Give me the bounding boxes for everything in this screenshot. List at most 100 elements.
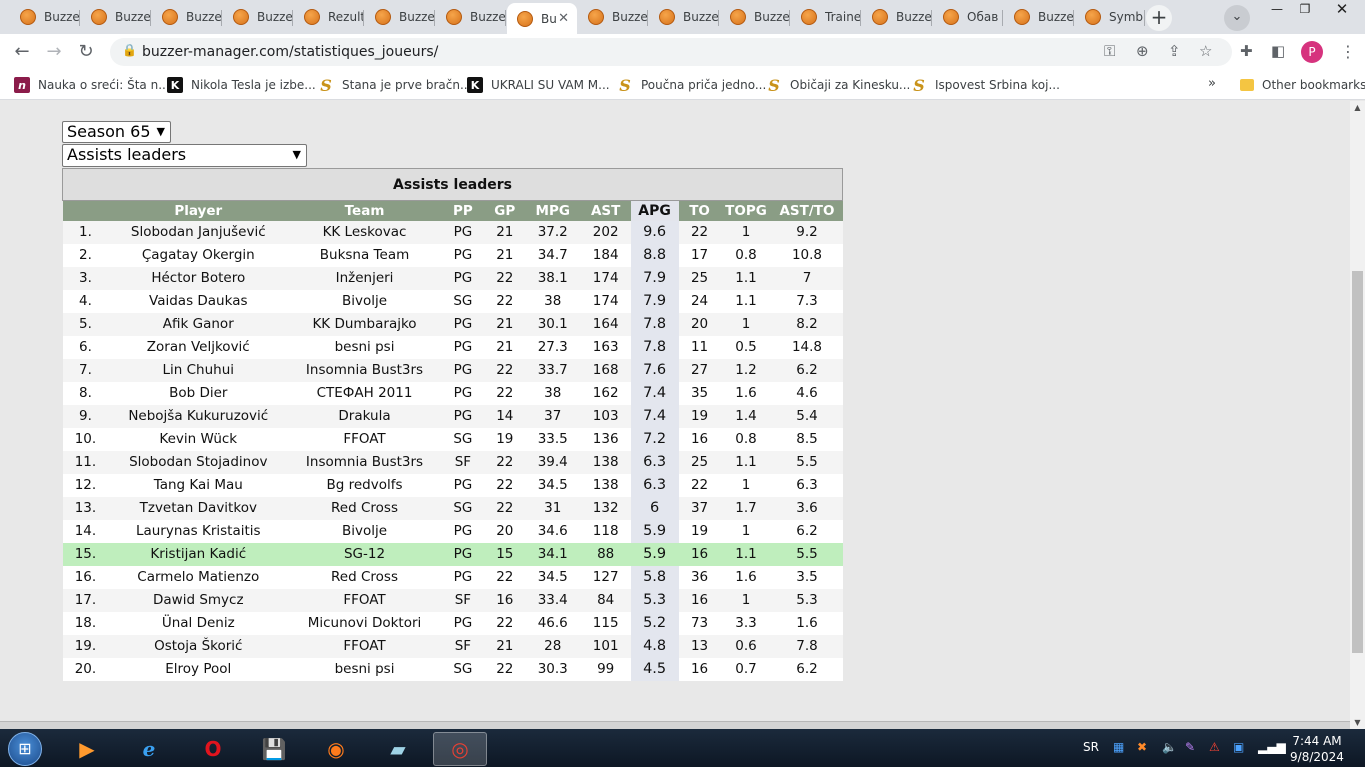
other-bookmarks[interactable]: Other bookmarks [1240,76,1365,94]
player-link[interactable]: Tzvetan Davitkov [108,496,289,520]
scroll-down-arrow-icon[interactable]: ▼ [1350,718,1365,727]
close-window-button[interactable]: ✕ [1322,0,1362,18]
player-link[interactable]: Vaidas Daukas [108,289,289,313]
new-tab-button[interactable]: + [1146,5,1172,31]
bookmark-item[interactable]: n Nauka o sreći: Šta n... [14,76,170,94]
column-header[interactable]: PP [440,200,485,221]
player-link[interactable]: Dawid Smycz [108,588,289,612]
column-header[interactable]: Team [288,200,441,221]
team-link[interactable]: besni psi [288,335,441,359]
bookmark-item[interactable]: S Ispovest Srbina koj... [911,76,1060,95]
column-header[interactable]: TOPG [720,200,772,221]
player-link[interactable]: Afik Ganor [108,312,289,336]
team-link[interactable]: Drakula [288,404,441,428]
chrome-icon[interactable]: ◎ [433,732,487,766]
player-link[interactable]: Ostoja Škorić [108,634,289,658]
restore-button[interactable]: ❐ [1290,0,1320,18]
bookmark-item[interactable]: S Običaji za Kinesku... [766,76,910,95]
scroll-thumb[interactable] [1352,271,1363,653]
display-icon[interactable]: ▣ [1233,740,1244,754]
team-link[interactable]: Insomnia Bust3rs [288,450,441,474]
bookmark-item[interactable]: S Stana je prve bračn... [318,76,471,95]
menu-icon[interactable]: ⋮ [1340,42,1356,61]
team-link[interactable]: Red Cross [288,496,441,520]
player-link[interactable]: Elroy Pool [108,657,289,681]
page-scrollbar[interactable]: ▲ ▼ [1350,101,1365,729]
signal-icon[interactable]: ▂▄▆ [1258,740,1286,754]
forward-button[interactable]: → [42,40,66,64]
team-link[interactable]: Insomnia Bust3rs [288,358,441,382]
team-link[interactable]: СТЕФАН 2011 [288,381,441,405]
team-link[interactable]: KK Leskovac [288,220,441,244]
browser-tab[interactable]: Обав [933,3,1003,31]
browser-tab[interactable]: Symb [1075,3,1145,31]
opera-icon[interactable]: O [186,732,240,766]
team-link[interactable]: FFOAT [288,588,441,612]
team-link[interactable]: FFOAT [288,634,441,658]
team-link[interactable]: Bg redvolfs [288,473,441,497]
browser-tab[interactable]: Buzze [862,3,932,31]
browser-tab[interactable]: Traine [791,3,861,31]
column-header[interactable]: AST [580,200,631,221]
player-link[interactable]: Carmelo Matienzo [108,565,289,589]
player-link[interactable]: Kevin Wück [108,427,289,451]
key-icon[interactable]: ⚿ [1104,42,1115,60]
share-icon[interactable]: ⇪ [1168,42,1181,60]
bookmark-item[interactable]: K Nikola Tesla je izbe... [167,76,316,94]
network-warning-icon[interactable]: ⚠ [1209,740,1220,754]
browser-tab[interactable]: Buzze [223,3,293,31]
player-link[interactable]: Laurynas Kristaitis [108,519,289,543]
column-header[interactable]: AST/TO [771,200,843,221]
minimize-button[interactable]: — [1262,0,1292,18]
bookmark-item[interactable]: K UKRALI SU VAM M... [467,76,610,94]
back-button[interactable]: ← [10,40,34,64]
tab-search-button[interactable]: ⌄ [1224,5,1250,31]
team-link[interactable]: Inženjeri [288,266,441,290]
notes-icon[interactable]: ▰ [371,732,425,766]
player-link[interactable]: Nebojša Kukuruzović [108,404,289,428]
bookmark-star-icon[interactable]: ☆ [1199,42,1212,60]
column-header[interactable]: GP [484,200,525,221]
close-tab-icon[interactable]: ✕ [558,11,569,26]
browser-tab[interactable]: Buzze [365,3,435,31]
volume-icon[interactable]: 🔈 [1162,740,1177,754]
browser-tab[interactable]: Buzze [436,3,506,31]
reload-button[interactable]: ↻ [74,40,98,64]
browser-tab[interactable]: Buzze [10,3,80,31]
firefox-icon[interactable]: ◉ [309,732,363,766]
team-link[interactable]: FFOAT [288,427,441,451]
player-link[interactable]: Zoran Veljković [108,335,289,359]
extensions-icon[interactable]: ✚ [1240,42,1253,60]
season-select[interactable]: Season 65 ▼ [62,121,171,143]
start-button[interactable]: ⊞ [8,732,42,766]
team-link[interactable]: Buksna Team [288,243,441,267]
bookmarks-overflow-button[interactable]: » [1208,76,1216,91]
team-link[interactable]: Red Cross [288,565,441,589]
browser-tab[interactable]: Rezult [294,3,364,31]
profile-avatar[interactable]: P [1301,41,1323,63]
browser-tab[interactable]: Buzze [649,3,719,31]
bookmark-item[interactable]: S Poučna priča jedno... [617,76,766,95]
scroll-up-arrow-icon[interactable]: ▲ [1350,103,1365,112]
side-panel-icon[interactable]: ◧ [1271,42,1285,60]
category-select[interactable]: Assists leaders ▼ [62,144,307,167]
browser-tab[interactable]: Buzze [81,3,151,31]
player-link[interactable]: Ünal Deniz [108,611,289,635]
grid-app-icon[interactable]: ▦ [1113,740,1124,754]
x-app-icon[interactable]: ✖ [1137,740,1147,754]
player-link[interactable]: Héctor Botero [108,266,289,290]
save-disk-icon[interactable]: 💾 [247,732,301,766]
address-bar[interactable]: 🔒 buzzer-manager.com/statistiques_joueur… [110,38,1232,66]
column-header[interactable]: TO [678,200,721,221]
player-link[interactable]: Slobodan Stojadinov [108,450,289,474]
browser-tab[interactable]: Buzze [152,3,222,31]
language-indicator[interactable]: SR [1083,740,1099,754]
team-link[interactable]: Bivolje [288,289,441,313]
team-link[interactable]: Bivolje [288,519,441,543]
player-link[interactable]: Kristijan Kadić [108,542,289,566]
feather-icon[interactable]: ✎ [1185,740,1195,754]
team-link[interactable]: KK Dumbarajko [288,312,441,336]
player-link[interactable]: Çagatay Okergin [108,243,289,267]
system-clock[interactable]: 7:44 AM 9/8/2024 [1286,733,1348,765]
browser-tab[interactable]: Buzze [578,3,648,31]
